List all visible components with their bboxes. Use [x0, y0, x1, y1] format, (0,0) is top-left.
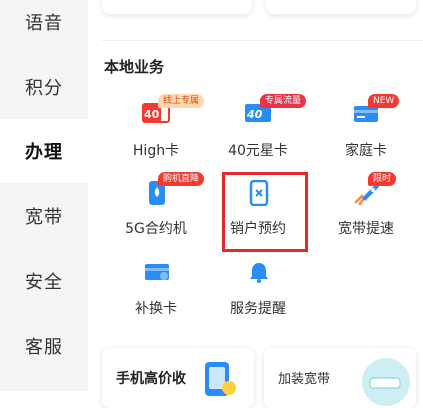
service-40-star-card[interactable]: 40 专属流量 40元星卡: [208, 94, 308, 166]
service-label: 家庭卡: [345, 143, 387, 159]
sidebar-item-label: 办理: [25, 142, 63, 163]
service-label: 5G合约机: [125, 221, 187, 237]
sidebar-item-handle[interactable]: 办理: [0, 119, 88, 183]
top-card-right[interactable]: [266, 0, 416, 14]
service-reminder[interactable]: 服务提醒: [208, 256, 308, 324]
sidebar-item-label: 客服: [25, 337, 63, 358]
section-title: 本地业务: [104, 58, 165, 76]
service-label: 补换卡: [135, 301, 177, 317]
promo-tag: 专属流量: [260, 94, 307, 108]
sidebar-item-label: 宽带: [25, 207, 63, 228]
svg-text:40: 40: [246, 108, 263, 121]
promo-tag: 购机直降: [158, 172, 205, 186]
top-card-left[interactable]: [102, 0, 252, 14]
promo-tag: 限时: [368, 172, 397, 186]
recycle-phone-icon: [202, 358, 236, 398]
divider: [102, 40, 423, 41]
svg-text:40: 40: [144, 108, 160, 121]
bell-icon: [238, 256, 278, 290]
sim-40-card-icon: 40 专属流量: [238, 94, 307, 132]
sim-40-icon: 40 线上专属: [136, 94, 205, 132]
rocket-icon: 限时: [346, 172, 397, 210]
service-label: High卡: [132, 143, 180, 159]
promo-card-broadband[interactable]: 加装宽带: [264, 348, 416, 408]
service-swap-card[interactable]: 补换卡: [106, 256, 206, 324]
sidebar-item-broadband[interactable]: 宽带: [0, 184, 88, 248]
service-broadband-speedup[interactable]: 限时 宽带提速: [316, 172, 416, 244]
service-high-card[interactable]: 40 线上专属 High卡: [106, 94, 206, 166]
promo-title: 手机高价收: [116, 371, 186, 387]
promo-tag: 线上专属: [158, 94, 205, 108]
broadband-router-icon: [352, 352, 412, 408]
swap-card-icon: [136, 256, 176, 290]
service-label: 服务提醒: [230, 301, 286, 317]
family-card-icon: NEW: [346, 94, 400, 132]
sidebar-item-label: 语音: [25, 13, 63, 34]
promo-title: 加装宽带: [278, 372, 331, 387]
highlight-box: [222, 172, 308, 252]
category-sidebar: 语音 积分 办理 宽带 安全 客服: [0, 0, 88, 391]
main-content: 本地业务 40 线上专属 High卡 40 专属流量 40元星卡 NEW 家庭卡…: [88, 0, 423, 408]
sidebar-item-security[interactable]: 安全: [0, 249, 88, 313]
service-family-card[interactable]: NEW 家庭卡: [316, 94, 416, 166]
service-5g-phone[interactable]: 购机直降 5G合约机: [106, 172, 206, 244]
sidebar-item-points[interactable]: 积分: [0, 55, 88, 119]
sidebar-item-voice[interactable]: 语音: [0, 0, 88, 54]
service-label: 宽带提速: [338, 221, 394, 237]
sidebar-item-label: 安全: [25, 272, 63, 293]
sidebar-item-service[interactable]: 客服: [0, 314, 88, 378]
sidebar-item-label: 积分: [25, 78, 63, 99]
promo-card-phone-recycle[interactable]: 手机高价收: [102, 348, 254, 408]
new-badge: NEW: [368, 94, 400, 108]
service-label: 40元星卡: [228, 143, 288, 159]
phone-5g-icon: 购机直降: [136, 172, 205, 210]
